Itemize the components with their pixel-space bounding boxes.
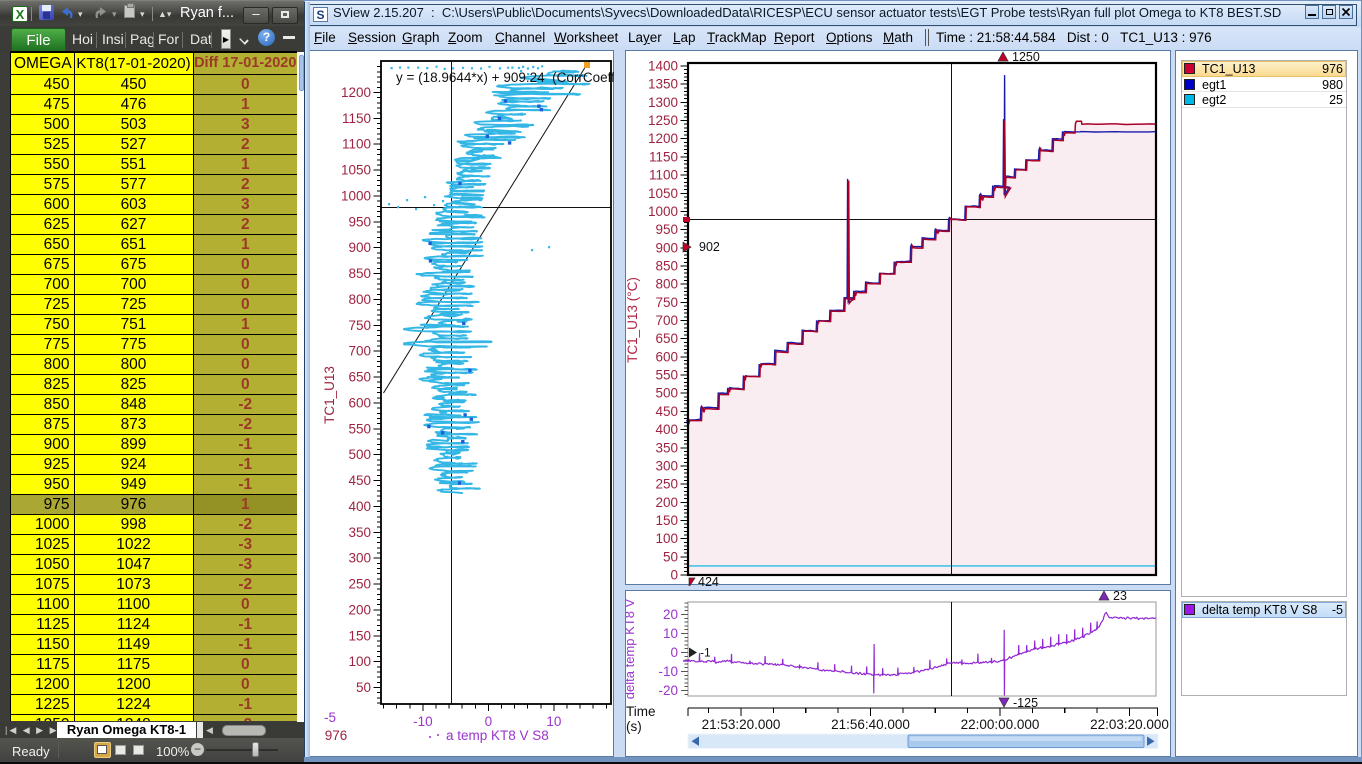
svg-text:50: 50 <box>663 549 678 564</box>
svg-text:550: 550 <box>655 368 678 383</box>
svg-text:350: 350 <box>348 525 371 540</box>
svg-text:902: 902 <box>699 240 720 254</box>
svg-text:1300: 1300 <box>648 95 678 110</box>
svg-text:-10: -10 <box>658 664 678 679</box>
svg-text:700: 700 <box>348 344 371 359</box>
svg-text:10: 10 <box>663 626 678 641</box>
svg-text:950: 950 <box>655 222 678 237</box>
svg-text:1400: 1400 <box>648 59 678 74</box>
svg-text:700: 700 <box>655 313 678 328</box>
svg-text:1050: 1050 <box>341 163 371 178</box>
svg-text:150: 150 <box>655 513 678 528</box>
svg-text:900: 900 <box>655 240 678 255</box>
svg-text:976: 976 <box>325 728 348 743</box>
svg-text:250: 250 <box>655 477 678 492</box>
svg-text:21:56:40.000: 21:56:40.000 <box>831 717 910 732</box>
svg-text:22:03:20.000: 22:03:20.000 <box>1090 717 1169 732</box>
svg-text:950: 950 <box>348 214 371 229</box>
svg-text:TC1_U13 (°C): TC1_U13 (°C) <box>626 277 640 363</box>
svg-text:20: 20 <box>663 607 678 622</box>
svg-text:600: 600 <box>348 395 371 410</box>
svg-text:450: 450 <box>655 404 678 419</box>
svg-text:600: 600 <box>655 349 678 364</box>
svg-text:50: 50 <box>356 680 371 695</box>
svg-text:TC1_U13: TC1_U13 <box>322 366 337 424</box>
svg-text:850: 850 <box>655 259 678 274</box>
svg-text:424: 424 <box>698 575 719 586</box>
svg-text:400: 400 <box>655 422 678 437</box>
svg-text:-5: -5 <box>324 710 336 725</box>
svg-text:1100: 1100 <box>649 168 678 183</box>
svg-text:delta temp KT8 V: delta temp KT8 V <box>626 598 637 699</box>
svg-text:a temp KT8 V S8: a temp KT8 V S8 <box>446 728 549 743</box>
svg-text:800: 800 <box>348 292 371 307</box>
svg-text:750: 750 <box>348 318 371 333</box>
svg-text:500: 500 <box>655 386 678 401</box>
svg-text:1000: 1000 <box>648 204 678 219</box>
svg-text:200: 200 <box>655 495 678 510</box>
svg-text:1000: 1000 <box>341 189 371 204</box>
svg-text:0: 0 <box>670 645 678 660</box>
svg-text:550: 550 <box>348 421 371 436</box>
svg-text:500: 500 <box>348 447 371 462</box>
svg-text:850: 850 <box>348 266 371 281</box>
svg-text:450: 450 <box>348 473 371 488</box>
svg-text:1150: 1150 <box>649 149 678 164</box>
svg-text:1150: 1150 <box>342 111 371 126</box>
svg-text:1100: 1100 <box>342 137 371 152</box>
svg-text:750: 750 <box>655 295 678 310</box>
svg-text:22:00:00.000: 22:00:00.000 <box>961 717 1040 732</box>
svg-text:100: 100 <box>655 531 678 546</box>
svg-text:1050: 1050 <box>648 186 678 201</box>
svg-text:400: 400 <box>348 499 371 514</box>
svg-text:650: 650 <box>348 370 371 385</box>
svg-text:-1: -1 <box>700 646 711 660</box>
svg-text:21:53:20.000: 21:53:20.000 <box>702 717 781 732</box>
svg-text:1200: 1200 <box>648 131 678 146</box>
svg-text:800: 800 <box>655 277 678 292</box>
svg-text:200: 200 <box>348 602 371 617</box>
svg-text:0: 0 <box>670 568 678 583</box>
svg-text:300: 300 <box>348 551 371 566</box>
svg-text:10: 10 <box>546 714 561 729</box>
svg-text:23: 23 <box>1113 590 1127 603</box>
svg-text:650: 650 <box>655 331 678 346</box>
svg-text:1200: 1200 <box>341 85 371 100</box>
svg-text:y = (18.9644*x) + 909.24 (Cor: y = (18.9644*x) + 909.24 (CorrCoeff : <box>396 70 614 85</box>
svg-text:0: 0 <box>485 714 493 729</box>
svg-text:Time: Time <box>626 704 656 719</box>
svg-text:300: 300 <box>655 458 678 473</box>
svg-text:900: 900 <box>348 240 371 255</box>
svg-text:150: 150 <box>348 628 371 643</box>
svg-text:100: 100 <box>348 654 371 669</box>
svg-text:-10: -10 <box>413 714 433 729</box>
svg-text:(s): (s) <box>626 719 642 734</box>
svg-text:1350: 1350 <box>648 77 678 92</box>
svg-text:1250: 1250 <box>1012 51 1040 64</box>
svg-text:-20: -20 <box>658 683 678 698</box>
svg-text:1250: 1250 <box>648 113 678 128</box>
svg-text:250: 250 <box>348 577 371 592</box>
svg-text:350: 350 <box>655 440 678 455</box>
